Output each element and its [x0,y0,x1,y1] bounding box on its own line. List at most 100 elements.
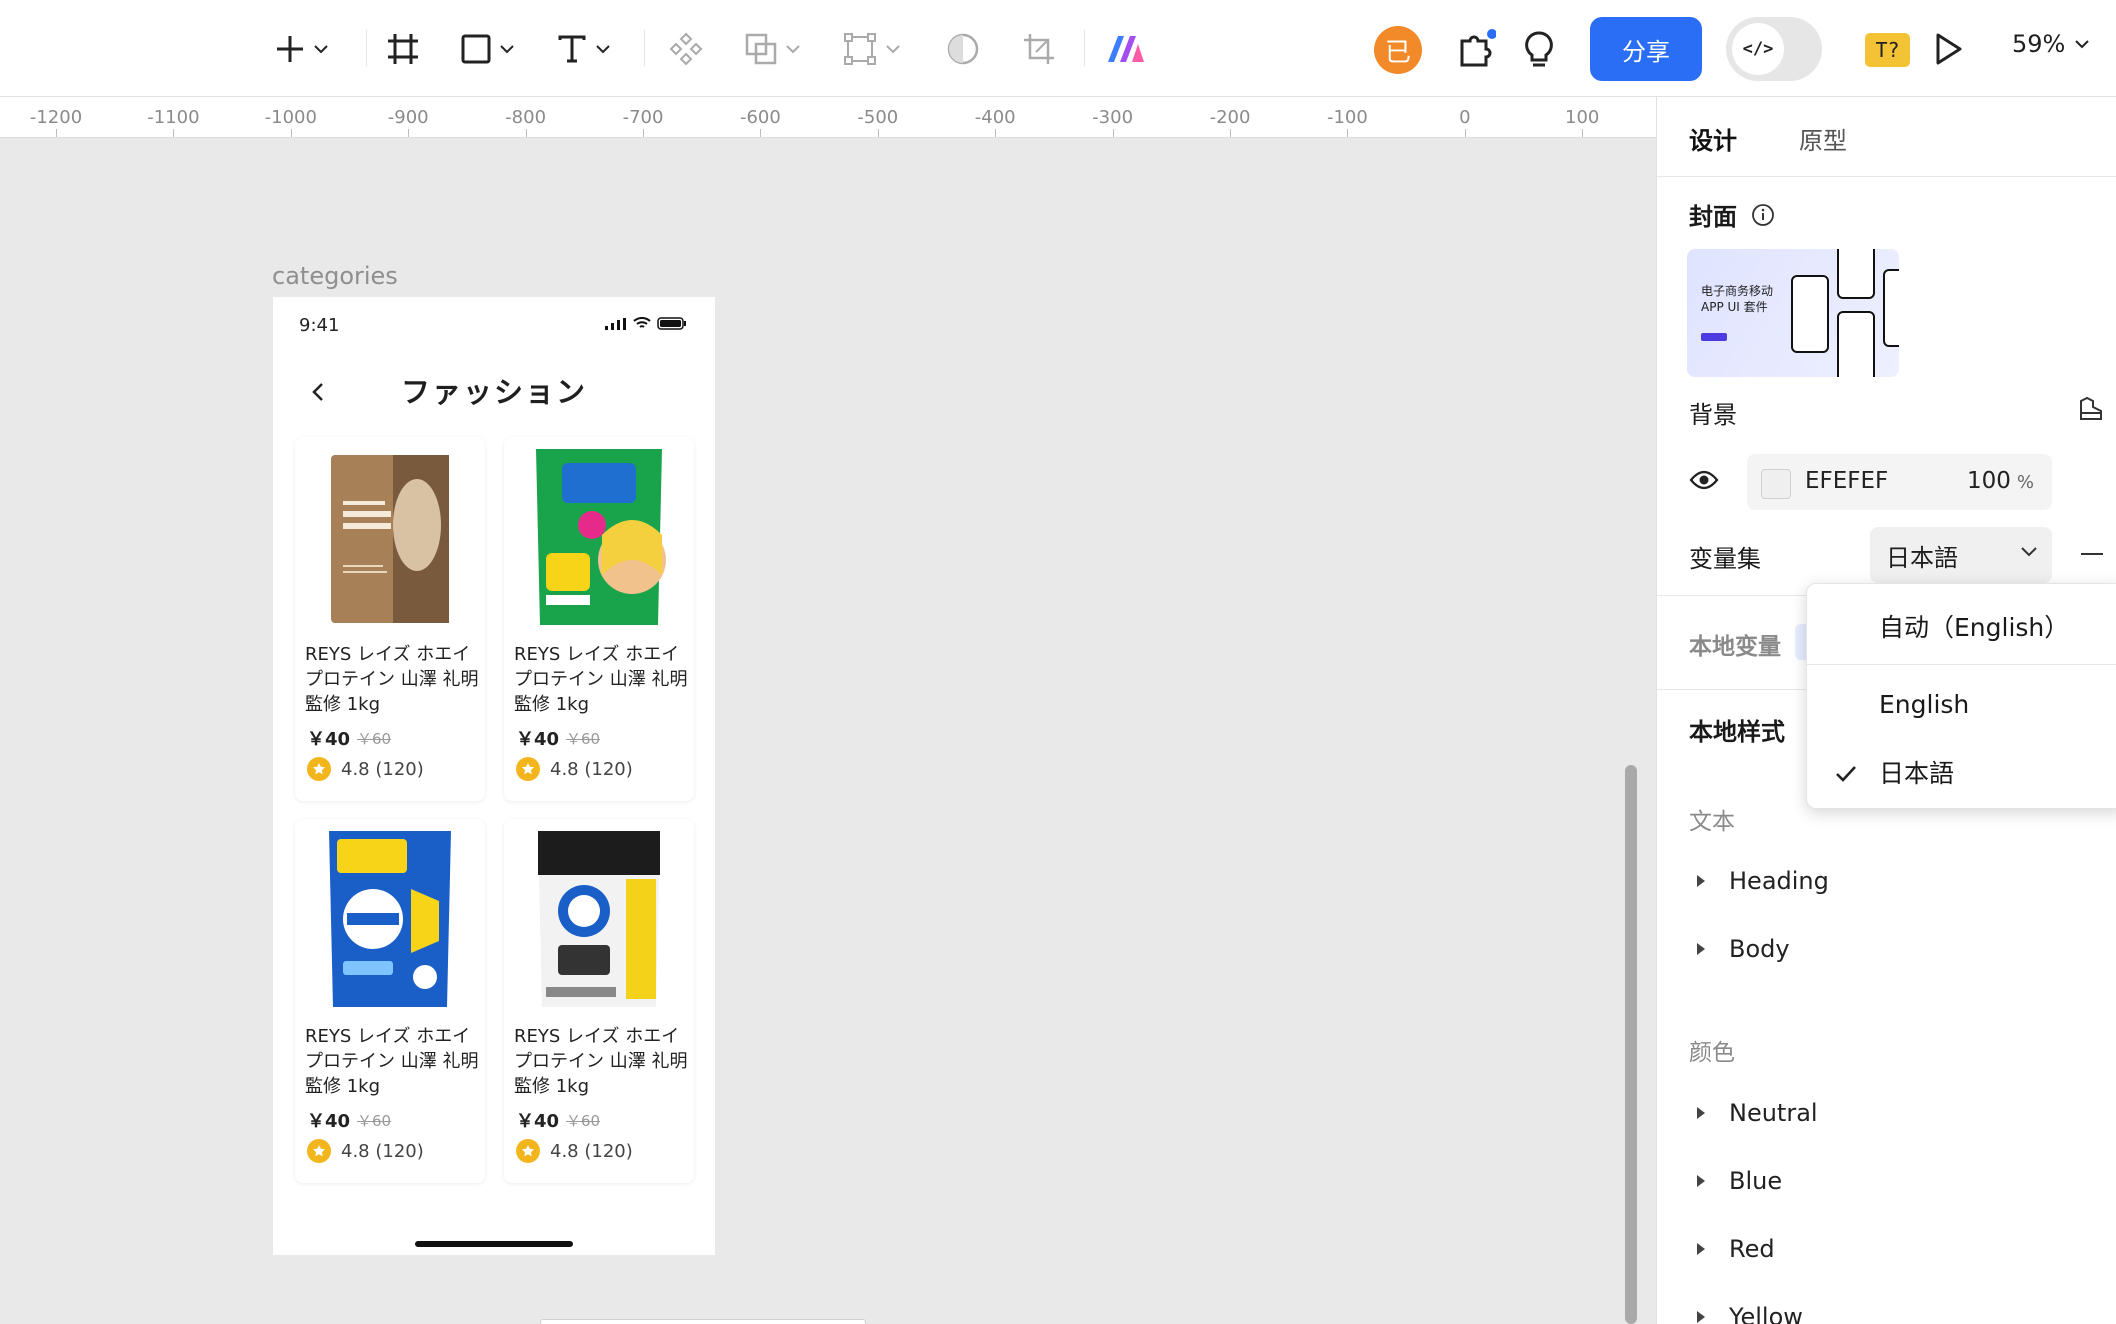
ruler-tick-mark [1582,129,1584,137]
menu-option-auto[interactable]: 自动（English） [1879,608,2069,644]
chevron-down-icon [500,45,514,54]
add-tool-button[interactable] [274,24,328,74]
style-item-yellow[interactable]: Yellow [1697,1303,1803,1324]
plugin-puzzle-icon [1460,29,1496,67]
product-image [313,445,467,631]
tab-design[interactable]: 设计 [1689,121,1737,156]
dev-mode-toggle[interactable]: </> [1726,17,1822,81]
hex-value[interactable]: EFEFEF [1805,468,1888,494]
frame-label[interactable]: categories [272,262,398,290]
checkmark-icon [1836,766,1856,782]
style-item-blue[interactable]: Blue [1697,1167,1782,1195]
ruler-tick-label: -1000 [264,107,317,128]
menu-option-english[interactable]: English [1879,690,1969,719]
color-swatch[interactable] [1761,469,1791,499]
opacity-number: 100 [1966,468,2011,494]
opacity-unit: % [2016,472,2034,493]
ruler-tick-label: -800 [505,107,547,128]
panel-tabs: 设计 原型 [1689,121,1847,156]
eye-icon[interactable] [1689,469,1719,491]
style-item-neutral[interactable]: Neutral [1697,1099,1818,1127]
cover-badge [1701,333,1727,341]
style-item-label: Heading [1729,867,1829,895]
ruler-tick-label: -200 [1209,107,1251,128]
crop-icon [1024,34,1054,64]
background-color-field[interactable]: EFEFEF 100% [1747,454,2052,510]
caret-right-icon [1697,1311,1705,1323]
protein-bag-image [313,445,467,631]
share-button[interactable]: 分享 [1590,17,1702,81]
mask-tool-button[interactable] [946,24,980,74]
style-item-label: Blue [1729,1167,1783,1195]
style-item-label: Neutral [1729,1099,1818,1127]
tab-prototype[interactable]: 原型 [1799,121,1847,156]
present-button[interactable] [1934,24,1964,74]
crop-tool-button[interactable] [1022,24,1056,74]
vector-icon [844,33,876,65]
plugins-button[interactable] [1456,24,1496,74]
ruler-tick-label: -300 [1092,107,1134,128]
product-card[interactable]: REYS レイズ ホエイ プロテイン 山澤 礼明 監修 1kg ￥40 ￥60 … [504,437,694,801]
product-name: REYS レイズ ホエイ プロテイン 山澤 礼明 監修 1kg [514,1026,688,1097]
product-card[interactable]: REYS レイズ ホエイ プロテイン 山澤 礼明 監修 1kg ￥40 ￥60 … [295,437,485,801]
ruler-tick-mark [877,129,879,137]
ruler-tick-label: -400 [974,107,1016,128]
code-icon: </> [1732,23,1784,75]
cover-thumbnail[interactable]: 电子商务移动 APP UI 套件 [1687,249,1899,377]
variable-set-select[interactable]: 日本語 [1870,527,2052,583]
canvas-bottom-tab[interactable] [540,1319,866,1324]
status-icons [605,317,687,330]
chevron-down-icon [596,45,610,54]
ruler-tick-mark [643,129,644,137]
frame-tool-button[interactable] [386,24,420,74]
component-tool-button[interactable] [668,24,704,74]
ruler-tick-label: -100 [1326,107,1368,128]
caret-right-icon [1697,875,1705,887]
design-canvas[interactable] [0,138,1656,1324]
style-picker-icon[interactable] [2077,395,2105,423]
chevron-down-icon [886,45,900,54]
ai-tool-button[interactable] [1106,24,1146,74]
ruler-tick-mark [1230,129,1231,137]
shape-tool-button[interactable] [460,24,514,74]
style-item-red[interactable]: Red [1697,1235,1775,1263]
product-old-price: ￥60 [357,730,392,748]
ruler-tick-mark [525,129,527,137]
product-old-price: ￥60 [566,1112,601,1130]
plus-icon [277,36,303,62]
product-card[interactable]: REYS レイズ ホエイ プロテイン 山澤 礼明 監修 1kg ￥40 ￥60 … [504,819,694,1183]
zoom-dropdown[interactable]: 59% [2012,30,2090,58]
home-indicator [415,1241,573,1247]
ruler-tick-label: -500 [857,107,899,128]
variable-set-dropdown-menu: 自动（English） English 日本語 [1806,583,2116,809]
color-styles-subtitle: 颜色 [1689,1040,1735,1066]
star-icon [516,757,540,781]
menu-option-japanese[interactable]: 日本語 [1879,754,1954,790]
menu-divider [1807,664,2116,665]
chevron-down-icon [2075,40,2090,49]
translate-badge[interactable]: T? [1865,33,1910,67]
local-variables-title[interactable]: 本地变量 [1689,627,1781,661]
product-rating: 4.8 (120) [516,1139,633,1163]
opacity-value[interactable]: 100% [1967,468,2034,494]
info-icon[interactable] [1751,203,1775,227]
vector-tool-button[interactable] [842,24,900,74]
canvas-scrollbar[interactable] [1625,765,1637,1324]
phone-frame[interactable]: 9:41 ファッション REYS レイズ ホエイ プロテイン 山澤 礼明 監修 … [273,297,715,1255]
product-card[interactable]: REYS レイズ ホエイ プロテイン 山澤 礼明 監修 1kg ￥40 ￥60 … [295,819,485,1183]
tips-button[interactable] [1522,24,1556,74]
rectangle-icon [461,34,491,64]
ruler-tick-mark [173,129,175,137]
product-name: REYS レイズ ホエイ プロテイン 山澤 礼明 監修 1kg [305,1026,479,1097]
boolean-icon [745,33,777,65]
user-avatar[interactable]: 已 [1374,26,1422,74]
remove-icon[interactable] [2081,553,2103,555]
cover-phone-mockup [1837,311,1875,377]
product-image [522,827,676,1013]
style-item-heading[interactable]: Heading [1697,867,1829,895]
style-item-body[interactable]: Body [1697,935,1790,963]
cover-phone-mockup [1883,269,1899,347]
boolean-tool-button[interactable] [744,24,800,74]
product-old-price: ￥60 [357,1112,392,1130]
text-tool-button[interactable] [556,24,610,74]
